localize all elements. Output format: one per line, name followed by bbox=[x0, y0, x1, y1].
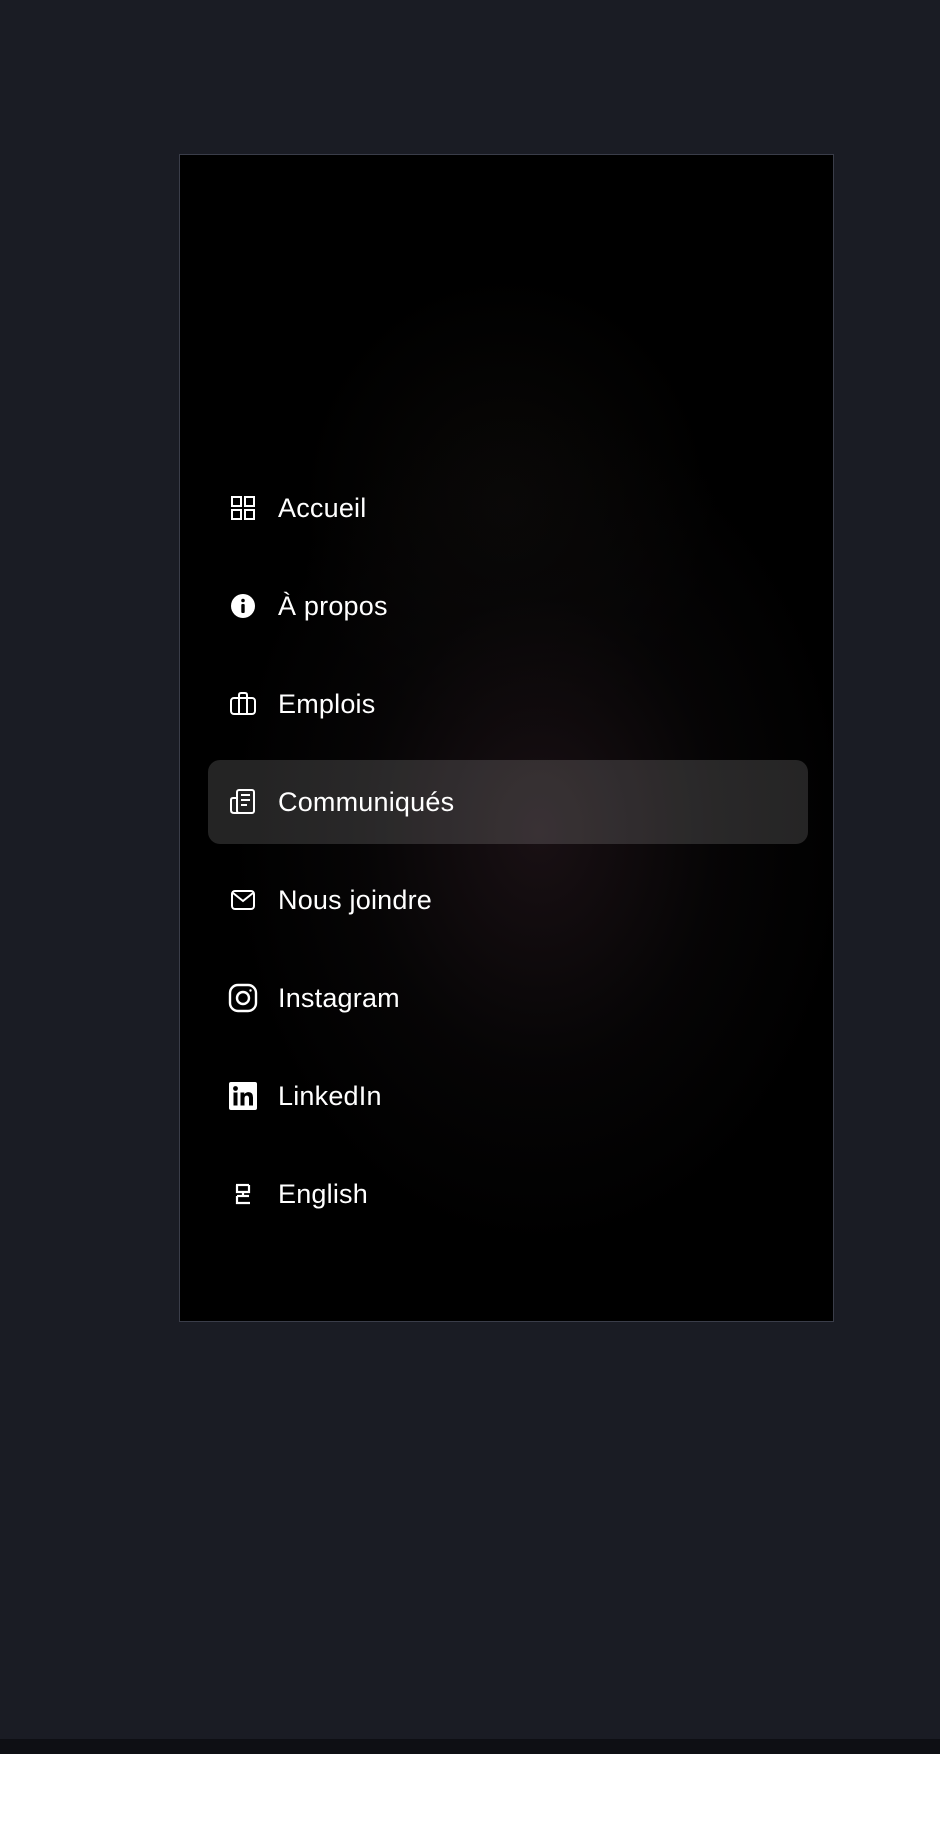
menu-item-label: English bbox=[278, 1178, 368, 1209]
menu-item-nous-joindre[interactable]: Nous joindre bbox=[208, 858, 808, 942]
menu-item-instagram[interactable]: Instagram bbox=[208, 956, 808, 1040]
menu-item-label: Emplois bbox=[278, 688, 376, 719]
newspaper-icon bbox=[228, 787, 258, 817]
page-footer-area bbox=[0, 1754, 940, 1839]
menu-item-label: Instagram bbox=[278, 982, 400, 1013]
menu-item-emplois[interactable]: Emplois bbox=[208, 662, 808, 746]
menu-item-accueil[interactable]: Accueil bbox=[208, 466, 808, 550]
menu-item-label: LinkedIn bbox=[278, 1080, 382, 1111]
menu-item-label: Nous joindre bbox=[278, 884, 432, 915]
menu-item-communiques[interactable]: Communiqués bbox=[208, 760, 808, 844]
bottom-bar bbox=[0, 1739, 940, 1754]
language-icon bbox=[228, 1179, 258, 1209]
linkedin-icon bbox=[228, 1081, 258, 1111]
navigation-menu-panel: Accueil À propos Emplois Communiqués Nou… bbox=[179, 154, 834, 1322]
menu-item-label: Accueil bbox=[278, 492, 367, 523]
info-icon bbox=[228, 591, 258, 621]
briefcase-icon bbox=[228, 689, 258, 719]
menu-item-label: À propos bbox=[278, 590, 388, 621]
grid-icon bbox=[228, 493, 258, 523]
menu-item-linkedin[interactable]: LinkedIn bbox=[208, 1054, 808, 1138]
mail-icon bbox=[228, 885, 258, 915]
menu-item-english[interactable]: English bbox=[208, 1152, 808, 1236]
menu-item-label: Communiqués bbox=[278, 786, 455, 817]
menu-item-a-propos[interactable]: À propos bbox=[208, 564, 808, 648]
instagram-icon bbox=[228, 983, 258, 1013]
